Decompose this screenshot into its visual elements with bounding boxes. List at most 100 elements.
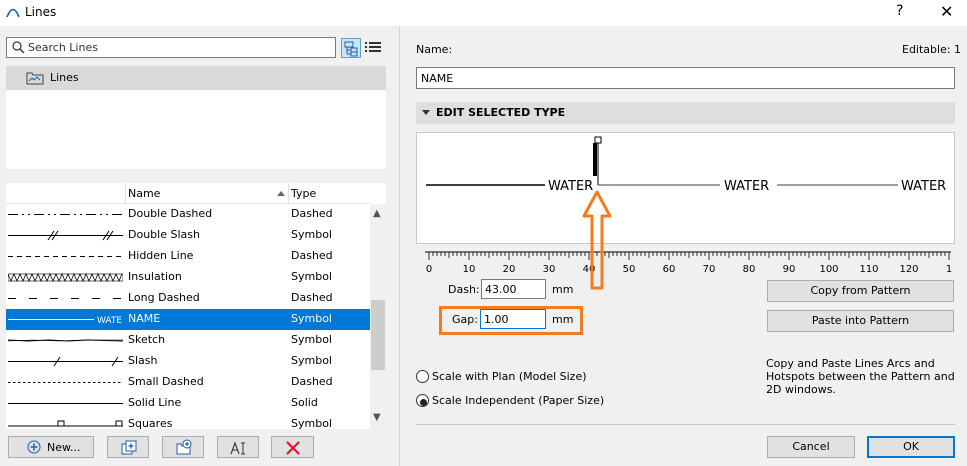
gap-unit: mm (552, 313, 574, 326)
gap-label: Gap: (452, 313, 478, 326)
dash-input[interactable] (481, 279, 546, 299)
copy-paste-info-text: Copy and Paste Lines Arcs and Hotspots b… (766, 357, 955, 396)
rename-button[interactable] (217, 436, 259, 458)
row-type: Symbol (291, 333, 332, 346)
sort-ascending-icon (277, 191, 285, 196)
line-sample-double-dashed (8, 214, 123, 215)
table-row[interactable]: Double Dashed Dashed (6, 204, 370, 225)
radio-label: Scale Independent (Paper Size) (432, 394, 605, 407)
dash-label: Dash: (448, 283, 480, 296)
scale-with-plan-radio[interactable]: Scale with Plan (Model Size) (416, 369, 616, 385)
rename-icon (230, 441, 245, 455)
line-sample-water: WATE (8, 316, 122, 326)
collapse-triangle-icon (422, 110, 430, 115)
row-name: Sketch (128, 333, 166, 346)
search-box (6, 37, 336, 58)
row-type: Dashed (291, 375, 333, 388)
table-row[interactable]: Insulation Symbol (6, 267, 370, 288)
radio-selected-dot (420, 399, 427, 406)
table-row[interactable]: Squares Symbol (6, 414, 370, 429)
pattern-preview[interactable]: WATER WATER WATER (416, 132, 955, 244)
edit-selected-type-header[interactable]: EDIT SELECTED TYPE (416, 102, 955, 124)
pattern-preview-canvas: WATER WATER WATER (426, 136, 946, 194)
line-sample-text: WATE (97, 316, 122, 326)
row-name: Double Dashed (128, 207, 213, 220)
row-type: Symbol (291, 417, 332, 429)
table-row-selected[interactable]: WATE NAME Symbol (6, 309, 370, 330)
tree-view-button[interactable] (341, 38, 361, 58)
column-divider (125, 183, 126, 204)
ruler-labels: 0 10 20 30 40 50 60 70 80 90 100 110 120 1 (426, 264, 952, 274)
list-scrollbar[interactable]: ▲ ▼ (370, 204, 386, 429)
ruler-label: 30 (543, 264, 556, 274)
line-sample-solid (8, 403, 123, 404)
row-type: Solid (291, 396, 318, 409)
cancel-button[interactable]: Cancel (767, 436, 855, 458)
new-line-type-button[interactable]: New... (8, 436, 94, 458)
close-icon[interactable]: ✕ (940, 2, 953, 21)
table-row[interactable]: Hidden Line Dashed (6, 246, 370, 267)
row-name: Hidden Line (128, 249, 194, 262)
ruler-label: 0 (426, 264, 432, 274)
table-row[interactable]: Long Dashed Dashed (6, 288, 370, 309)
row-type: Symbol (291, 312, 332, 325)
pattern-ruler[interactable]: 0 10 20 30 40 50 60 70 80 90 100 110 120 1 (416, 244, 955, 274)
row-type: Dashed (291, 207, 333, 220)
name-label: Name: (416, 43, 453, 56)
row-name: Slash (128, 354, 158, 367)
list-header: Name Type (6, 183, 370, 204)
column-header-type[interactable]: Type (291, 187, 316, 200)
ruler-label: 120 (899, 264, 918, 274)
tree-item-label: Lines (50, 71, 79, 84)
column-divider (288, 183, 289, 204)
tree-item-lines[interactable]: Lines (6, 66, 386, 90)
preview-word-3: WATER (901, 179, 946, 194)
row-name: Long Dashed (128, 291, 200, 304)
duplicate-button[interactable] (107, 436, 149, 458)
section-title: EDIT SELECTED TYPE (436, 106, 566, 119)
column-header-name[interactable]: Name (128, 187, 160, 200)
delete-button[interactable] (271, 436, 314, 458)
table-row[interactable]: Slash Symbol (6, 351, 370, 372)
tree-view-icon (344, 41, 358, 57)
scale-independent-radio[interactable]: Scale Independent (Paper Size) (416, 393, 616, 409)
line-sample-double-slash (8, 230, 123, 241)
ruler-label: 110 (859, 264, 878, 274)
table-row[interactable]: Sketch Symbol (6, 330, 370, 351)
help-icon[interactable]: ? (896, 3, 903, 19)
table-row[interactable]: Small Dashed Dashed (6, 372, 370, 393)
row-name: NAME (128, 312, 161, 325)
ruler-label: 90 (783, 264, 796, 274)
duplicate-icon (121, 440, 137, 455)
delete-x-icon (286, 441, 300, 455)
divider (416, 424, 955, 425)
radio-circle (416, 370, 429, 383)
name-input[interactable] (416, 67, 955, 89)
line-type-list: Name Type Double Dashed Dashed Double Sl… (6, 183, 386, 429)
table-row[interactable]: Solid Line Solid (6, 393, 370, 414)
editable-count: Editable: 1 (902, 43, 962, 56)
list-view-button[interactable] (364, 38, 384, 58)
line-sample-squares (8, 420, 123, 427)
list-view-icon (365, 42, 381, 52)
editor-panel: Name: Editable: 1 EDIT SELECTED TYPE WAT… (400, 26, 967, 466)
new-button-label: New... (47, 441, 81, 454)
line-sample-hidden (8, 256, 123, 257)
search-input[interactable] (28, 40, 328, 55)
gap-input[interactable] (480, 309, 546, 329)
preview-word-2: WATER (724, 179, 769, 194)
row-name: Insulation (128, 270, 182, 283)
copy-from-pattern-button[interactable]: Copy from Pattern (767, 280, 954, 302)
paste-into-pattern-button[interactable]: Paste into Pattern (767, 310, 954, 332)
line-sample-long-dashed (8, 298, 123, 299)
scroll-up-icon[interactable]: ▲ (373, 208, 381, 219)
table-row[interactable]: Double Slash Symbol (6, 225, 370, 246)
scrollbar-thumb[interactable] (371, 300, 385, 370)
scroll-down-icon[interactable]: ▼ (373, 412, 381, 423)
line-sample-sketch (8, 339, 123, 342)
row-type: Dashed (291, 291, 333, 304)
new-folder-button[interactable] (162, 436, 204, 458)
ok-button[interactable]: OK (867, 436, 955, 458)
ruler-ticks (428, 252, 950, 260)
row-type: Symbol (291, 270, 332, 283)
